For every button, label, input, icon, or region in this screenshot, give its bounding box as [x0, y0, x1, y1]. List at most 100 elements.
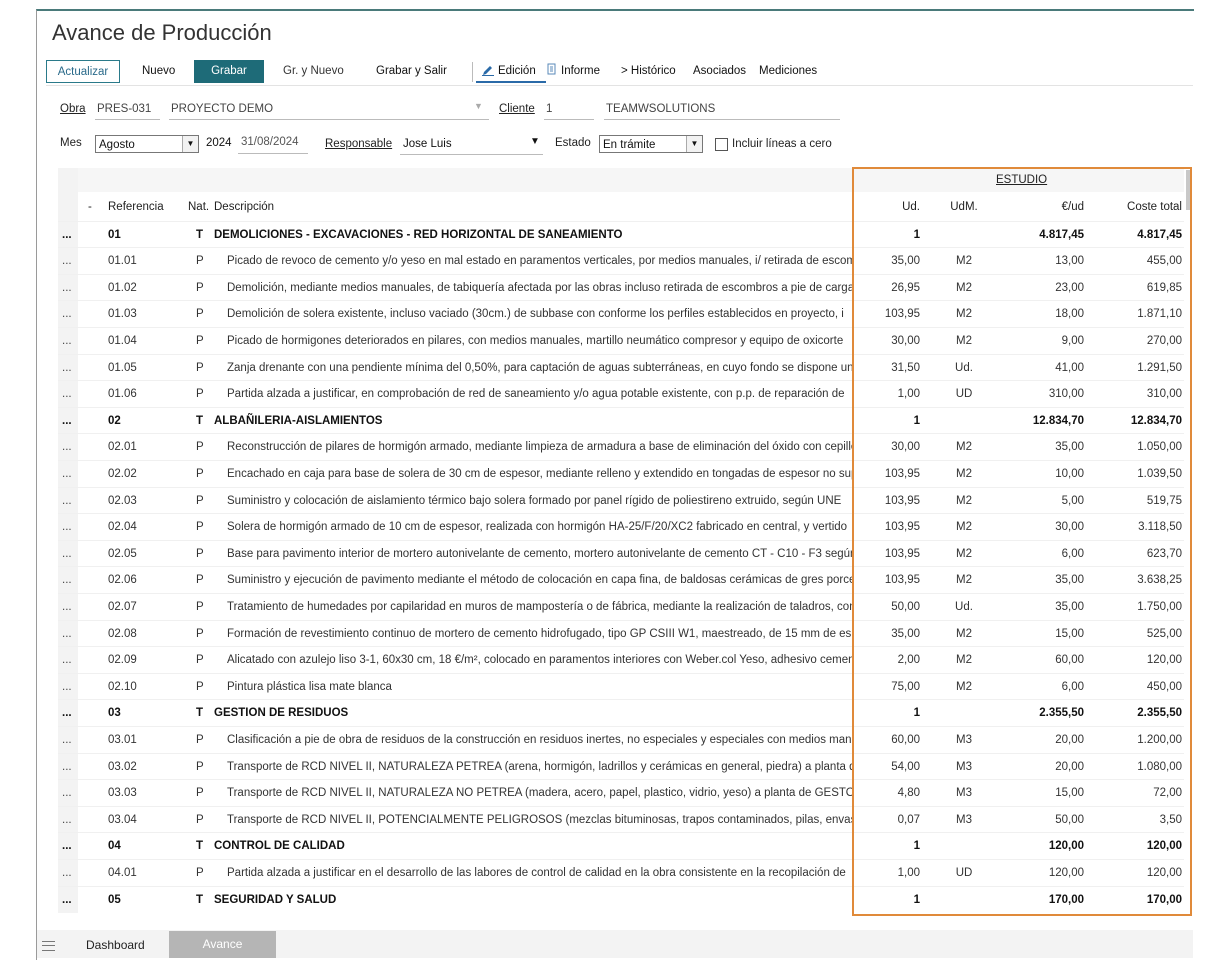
informe-button[interactable]: Informe: [547, 60, 600, 83]
responsable-label[interactable]: Responsable: [325, 138, 392, 150]
historico-button[interactable]: > Histórico: [621, 60, 676, 83]
chapter-row[interactable]: ... 02 T ALBAÑILERIA-AISLAMIENTOS 1 12.834,70…: [58, 406, 1184, 435]
header-udm[interactable]: UdM.: [930, 194, 998, 221]
menu-icon[interactable]: [42, 941, 55, 951]
cell-dots[interactable]: ...: [58, 673, 78, 701]
cell-dots[interactable]: ...: [58, 328, 78, 355]
cell-dots[interactable]: ...: [58, 727, 78, 754]
cell-dots[interactable]: ...: [58, 381, 78, 408]
cell-coste-total: 3.638,25: [1137, 574, 1182, 587]
cell-dots[interactable]: ...: [58, 886, 78, 914]
table-row[interactable]: ... 03.03 P Transporte de RCD NIVEL II, NAT…: [58, 779, 1184, 807]
table-row[interactable]: ... 01.06 P Partida alzada a justificar, en…: [58, 380, 1184, 408]
estado-select[interactable]: En trámite ▼: [599, 135, 703, 153]
header-collapse[interactable]: -: [88, 194, 98, 221]
incluir-checkbox[interactable]: [715, 138, 728, 151]
responsable-field[interactable]: Jose Luis: [403, 138, 452, 150]
cell-ref: 04: [108, 840, 121, 853]
cell-dots[interactable]: ...: [58, 620, 78, 648]
cell-dots[interactable]: ...: [58, 753, 78, 781]
chevron-down-icon: ▼: [686, 136, 702, 152]
table-row[interactable]: ... 02.03 P Suministro y colocación de aisl…: [58, 486, 1184, 515]
cell-dots[interactable]: ...: [58, 860, 78, 887]
header-nat[interactable]: Nat.: [188, 194, 214, 221]
cell-dots[interactable]: ...: [58, 647, 78, 674]
cliente-name-underline: [604, 119, 840, 120]
table-row[interactable]: ... 01.01 P Picado de revoco de cemento y/o…: [58, 247, 1184, 275]
responsable-dropdown-icon[interactable]: ▼: [530, 136, 540, 147]
grabar-nuevo-button[interactable]: Gr. y Nuevo: [283, 60, 344, 83]
cell-ref: 02.09: [108, 654, 137, 667]
table-row[interactable]: ... 02.10 P Pintura plástica lisa mate blan…: [58, 672, 1184, 701]
table-row[interactable]: ... 03.02 P Transporte de RCD NIVEL II, NAT…: [58, 752, 1184, 781]
cell-desc: Transporte de RCD NIVEL II, NATURALEZA N…: [227, 787, 854, 800]
cell-dots[interactable]: ...: [58, 487, 78, 515]
table-row[interactable]: ... 03.04 P Transporte de RCD NIVEL II, POT…: [58, 805, 1184, 834]
actualizar-button[interactable]: Actualizar: [46, 60, 120, 83]
table-row[interactable]: ... 01.04 P Picado de hormigones deteriorad…: [58, 327, 1184, 355]
chapter-row[interactable]: ... 04 T CONTROL DE CALIDAD 1 120,00 120,00: [58, 832, 1184, 860]
obra-dropdown-icon[interactable]: ▼: [474, 101, 483, 111]
cliente-code-field[interactable]: 1: [546, 103, 552, 115]
mes-select[interactable]: Agosto ▼: [95, 135, 199, 153]
table-row[interactable]: ... 02.08 P Formación de revestimiento cont…: [58, 619, 1184, 648]
cell-ud: 1: [913, 228, 920, 241]
grid-scrollbar[interactable]: [1186, 170, 1192, 210]
table-row[interactable]: ... 03.01 P Clasificación a pie de obra de …: [58, 726, 1184, 754]
cell-dots[interactable]: ...: [58, 514, 78, 541]
cell-dots[interactable]: ...: [58, 434, 78, 461]
cell-dots[interactable]: ...: [58, 567, 78, 594]
table-row[interactable]: ... 01.02 P Demolición, mediante medios man…: [58, 273, 1184, 302]
table-row[interactable]: ... 02.06 P Suministro y ejecución de pavim…: [58, 566, 1184, 594]
table-row[interactable]: ... 01.03 P Demolición de solera existente,…: [58, 300, 1184, 328]
cliente-name-field[interactable]: TEAMWSOLUTIONS: [606, 103, 715, 115]
cell-dots[interactable]: ...: [58, 354, 78, 382]
cell-dots[interactable]: ...: [58, 248, 78, 275]
obra-name-field[interactable]: PROYECTO DEMO: [171, 103, 273, 115]
chapter-row[interactable]: ... 05 T SEGURIDAD Y SALUD 1 170,00 170,00: [58, 885, 1184, 914]
asociados-button[interactable]: Asociados: [693, 60, 746, 83]
cell-dots[interactable]: ...: [58, 806, 78, 834]
cell-dots[interactable]: ...: [58, 540, 78, 568]
grabar-salir-button[interactable]: Grabar y Salir: [376, 60, 447, 83]
cell-coste-total: 1.750,00: [1137, 601, 1182, 613]
header-descripcion[interactable]: Descripción: [214, 194, 854, 221]
cell-dots[interactable]: ...: [58, 221, 78, 249]
year-field[interactable]: 2024: [206, 137, 232, 149]
cell-coste-total: 310,00: [1146, 388, 1182, 401]
table-row[interactable]: ... 02.09 P Alicatado con azulejo liso 3-1,…: [58, 646, 1184, 674]
cell-dots[interactable]: ...: [58, 594, 78, 621]
cell-dots[interactable]: ...: [58, 301, 78, 328]
cell-dots[interactable]: ...: [58, 407, 78, 435]
cell-dots[interactable]: ...: [58, 274, 78, 302]
table-row[interactable]: ... 02.02 P Encachado en caja para base de …: [58, 460, 1184, 488]
chapter-row[interactable]: ... 03 T GESTION DE RESIDUOS 1 2.355,50 2.355,…: [58, 699, 1184, 727]
mediciones-button[interactable]: Mediciones: [759, 60, 817, 83]
table-row[interactable]: ... 04.01 P Partida alzada a justificar en …: [58, 859, 1184, 887]
header-ud[interactable]: Ud.: [856, 194, 920, 221]
table-row[interactable]: ... 02.04 P Solera de hormigón armado de 10…: [58, 513, 1184, 541]
cell-dots[interactable]: ...: [58, 700, 78, 727]
nuevo-button[interactable]: Nuevo: [142, 60, 175, 83]
cliente-label[interactable]: Cliente: [499, 103, 535, 115]
grabar-button[interactable]: Grabar: [194, 60, 264, 83]
cell-dots[interactable]: ...: [58, 833, 78, 860]
cell-dots[interactable]: ...: [58, 780, 78, 807]
tab-avance[interactable]: Avance: [169, 931, 276, 958]
chapter-row[interactable]: ... 01 T DEMOLICIONES - EXCAVACIONES - RED …: [58, 220, 1184, 249]
cell-dots[interactable]: ...: [58, 461, 78, 488]
header-coste-total[interactable]: Coste total: [1098, 194, 1182, 221]
date-underline: [238, 153, 308, 154]
header-eur-ud[interactable]: €/ud: [998, 194, 1084, 221]
tab-dashboard[interactable]: Dashboard: [86, 938, 145, 952]
obra-label[interactable]: Obra: [60, 103, 86, 115]
table-row[interactable]: ... 02.07 P Tratamiento de humedades por ca…: [58, 593, 1184, 621]
estudio-group-header[interactable]: ESTUDIO: [996, 174, 1047, 186]
table-row[interactable]: ... 02.05 P Base para pavimento interior de…: [58, 539, 1184, 568]
edicion-tab[interactable]: Edición: [476, 60, 546, 83]
table-row[interactable]: ... 02.01 P Reconstrucción de pilares de ho…: [58, 433, 1184, 461]
header-referencia[interactable]: Referencia: [108, 194, 186, 221]
obra-code-field[interactable]: PRES-031: [97, 103, 151, 115]
table-row[interactable]: ... 01.05 P Zanja drenante con una pendient…: [58, 353, 1184, 382]
date-field[interactable]: 31/08/2024: [241, 136, 299, 148]
